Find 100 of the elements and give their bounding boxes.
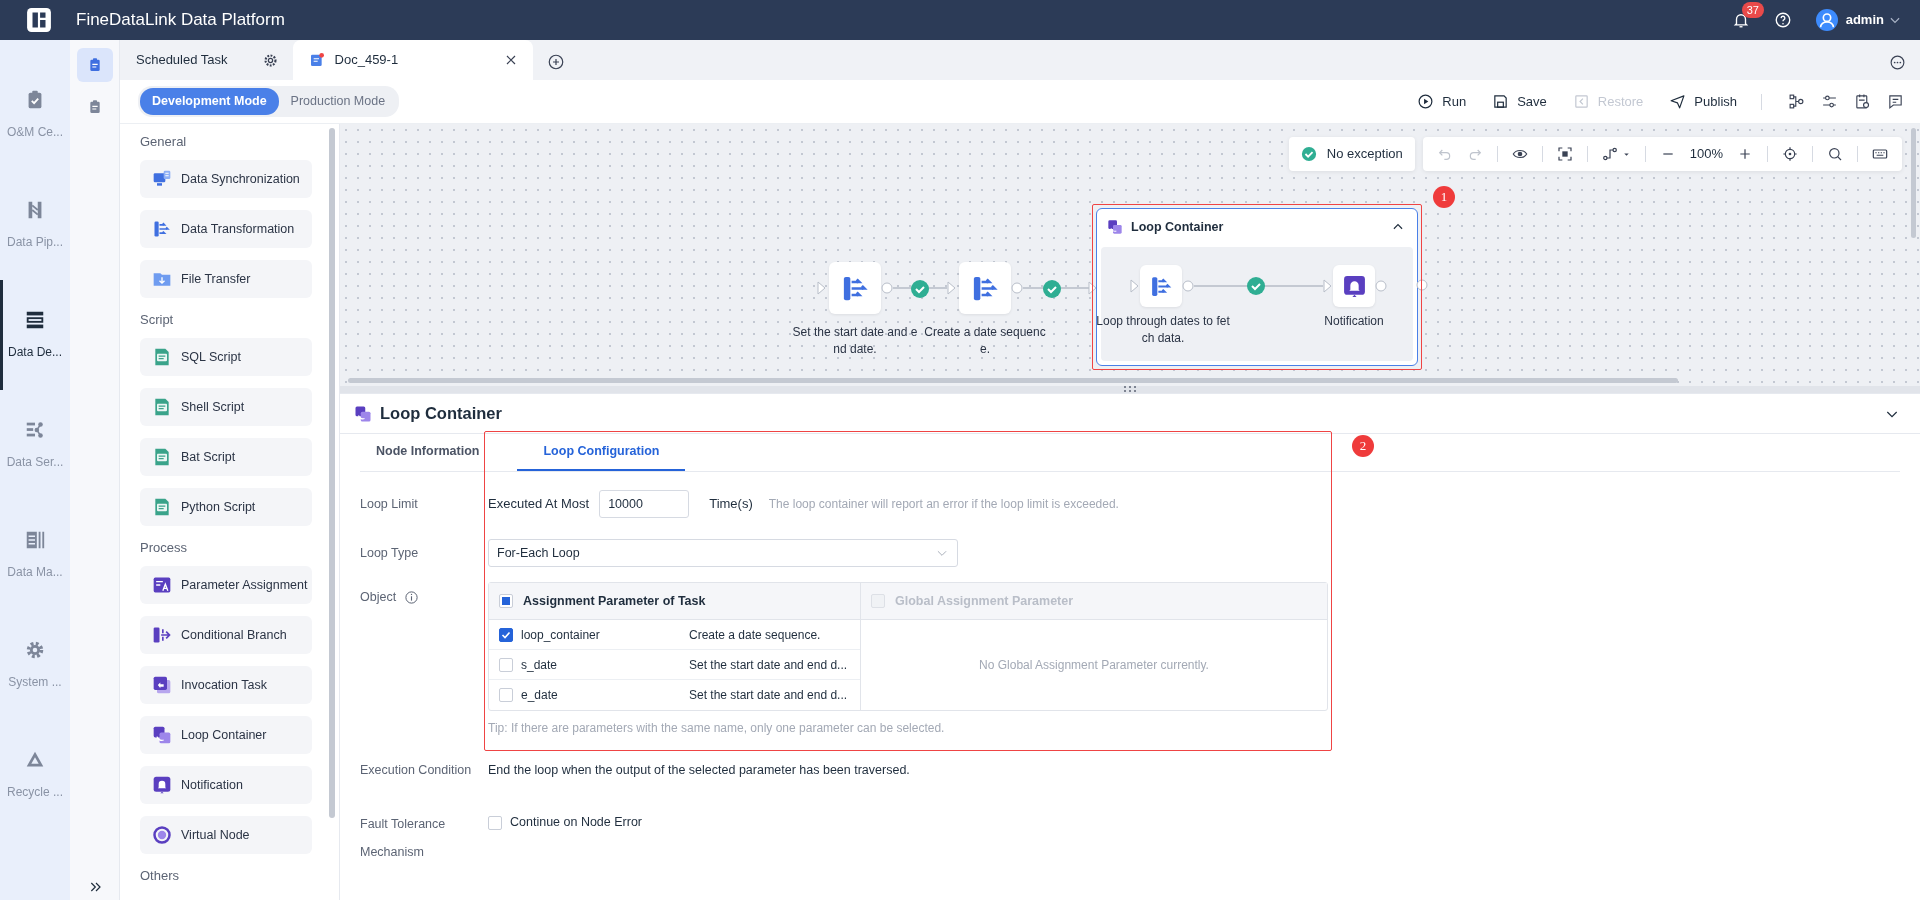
node-label: Set the start date and end date. bbox=[792, 324, 918, 358]
node-card[interactable] bbox=[1140, 265, 1182, 307]
invoke-icon bbox=[152, 675, 172, 695]
search-icon[interactable] bbox=[1827, 146, 1843, 162]
section-heading: General bbox=[140, 133, 188, 150]
scrollbar[interactable] bbox=[329, 128, 335, 818]
branch-tree-button[interactable] bbox=[1788, 93, 1805, 110]
zoom-in-icon[interactable] bbox=[1737, 146, 1753, 162]
field-label: Object bbox=[360, 588, 397, 606]
palette-item[interactable]: Loop Container bbox=[140, 716, 312, 754]
list-icon bbox=[24, 309, 46, 331]
node-label: Notification bbox=[1323, 313, 1385, 330]
node-card[interactable] bbox=[959, 262, 1011, 314]
table-cell-text: s_date bbox=[521, 656, 559, 674]
container-title: Loop Container bbox=[1131, 218, 1224, 236]
empty-message: No Global Assignment Parameter currently. bbox=[979, 657, 1209, 674]
logo-icon bbox=[26, 7, 52, 33]
palette-item[interactable]: Shell Script bbox=[140, 388, 312, 426]
branch-icon bbox=[152, 625, 172, 645]
scrollbar[interactable] bbox=[1911, 128, 1916, 238]
connector-style-button[interactable] bbox=[1601, 146, 1631, 162]
user-menu[interactable]: admin bbox=[1815, 9, 1902, 31]
action-button[interactable]: Run bbox=[1417, 91, 1467, 112]
node-card[interactable] bbox=[829, 262, 881, 314]
field-label: Fault Tolerance Mechanism bbox=[360, 815, 447, 861]
tab[interactable]: Scheduled Task bbox=[120, 40, 293, 80]
fit-screen-icon[interactable] bbox=[1556, 146, 1573, 162]
checkbox-option[interactable]: Continue on Node Error bbox=[488, 813, 643, 832]
palette-item[interactable]: Data Synchronization bbox=[140, 160, 312, 198]
field-label: Executed At Most bbox=[488, 495, 590, 514]
mode-option[interactable]: Development Mode bbox=[140, 88, 279, 115]
table-cell-text: Create a date sequence. bbox=[689, 626, 821, 644]
palette-item[interactable]: Conditional Branch bbox=[140, 616, 312, 654]
input-field[interactable]: 10000 bbox=[599, 490, 690, 518]
comment-icon bbox=[1887, 93, 1904, 110]
calendar-settings-button[interactable] bbox=[1854, 93, 1871, 110]
table-cell-text: Set the start date and end d... bbox=[689, 656, 848, 674]
palette-item[interactable]: Virtual Node bbox=[140, 816, 312, 854]
ring-icon bbox=[152, 825, 172, 845]
palette-item[interactable]: Data Transformation bbox=[140, 210, 312, 248]
more-icon bbox=[1889, 54, 1906, 71]
info-icon bbox=[404, 589, 420, 605]
script-file-icon bbox=[152, 447, 172, 467]
tab[interactable]: Doc_459-1 bbox=[292, 40, 533, 80]
script-file-icon bbox=[152, 497, 172, 517]
tab[interactable]: Node Information bbox=[360, 434, 496, 471]
monitor-icon bbox=[152, 169, 172, 189]
palette-item[interactable]: File Transfer bbox=[140, 260, 312, 298]
palette-item[interactable]: Bat Script bbox=[140, 438, 312, 476]
mode-option[interactable]: Production Mode bbox=[278, 88, 398, 115]
drag-handle-icon[interactable] bbox=[1123, 385, 1137, 393]
help-icon[interactable] bbox=[1773, 11, 1792, 29]
avatar-icon bbox=[1815, 9, 1838, 31]
input-port-icon bbox=[817, 281, 826, 295]
locate-icon[interactable] bbox=[1782, 146, 1798, 162]
loop-icon bbox=[354, 404, 372, 423]
nav-item[interactable]: Data De... bbox=[0, 280, 67, 390]
panel-title: Loop Container bbox=[380, 403, 502, 425]
palette-item[interactable]: Notification bbox=[140, 766, 312, 804]
table-cell-text: Set the start date and end d... bbox=[689, 687, 848, 704]
loop-container-card[interactable]: Loop Container Loop through dates to fetch data. Notification bbox=[1096, 208, 1418, 366]
document-icon bbox=[308, 52, 325, 68]
tip-text: Tip: If there are parameters with the same name, only one parameter can be selected. bbox=[488, 720, 946, 737]
success-icon bbox=[1247, 277, 1265, 295]
palette-item[interactable]: Invocation Task bbox=[140, 666, 312, 704]
section-heading: Others bbox=[140, 867, 180, 884]
action-button[interactable]: Save bbox=[1492, 91, 1547, 112]
action-button[interactable]: Publish bbox=[1669, 91, 1737, 112]
palette-item[interactable]: Parameter Assignment bbox=[140, 566, 312, 604]
checkmark-icon bbox=[501, 629, 511, 640]
script-file-icon bbox=[152, 347, 172, 367]
sliders-button[interactable] bbox=[1821, 93, 1838, 110]
checkbox[interactable] bbox=[499, 627, 513, 642]
input-port-icon bbox=[947, 281, 956, 295]
column-header: Global Assignment Parameter bbox=[895, 592, 1074, 610]
settings-icon bbox=[24, 639, 46, 661]
save-icon bbox=[1492, 93, 1510, 110]
success-icon bbox=[1043, 280, 1061, 298]
palette-item[interactable]: SQL Script bbox=[140, 338, 312, 376]
select-field[interactable]: For-Each Loop bbox=[488, 539, 958, 567]
palette-item[interactable]: Python Script bbox=[140, 488, 312, 526]
tab[interactable]: Loop Configuration bbox=[517, 434, 686, 471]
column-header: Assignment Parameter of Task bbox=[523, 592, 706, 610]
connector-icon bbox=[1601, 146, 1618, 162]
sliders-icon bbox=[1821, 93, 1838, 110]
loop-icon bbox=[152, 725, 172, 745]
calendar-settings-icon bbox=[1854, 93, 1871, 110]
task-list-button[interactable] bbox=[76, 48, 113, 82]
columns-icon bbox=[24, 529, 46, 551]
restore-icon bbox=[1572, 93, 1590, 110]
scrollbar[interactable] bbox=[348, 378, 1678, 383]
comment-button[interactable] bbox=[1887, 93, 1904, 110]
keyboard-icon[interactable] bbox=[1872, 146, 1888, 162]
plus-icon bbox=[546, 53, 565, 71]
step-marker: 2 bbox=[1352, 435, 1374, 457]
flow-icon bbox=[152, 219, 172, 239]
output-port-icon[interactable] bbox=[1416, 279, 1428, 291]
table-cell-text: loop_container bbox=[521, 626, 601, 644]
app-title: FineDataLink Data Platform bbox=[76, 9, 285, 32]
node-card[interactable] bbox=[1333, 265, 1375, 307]
